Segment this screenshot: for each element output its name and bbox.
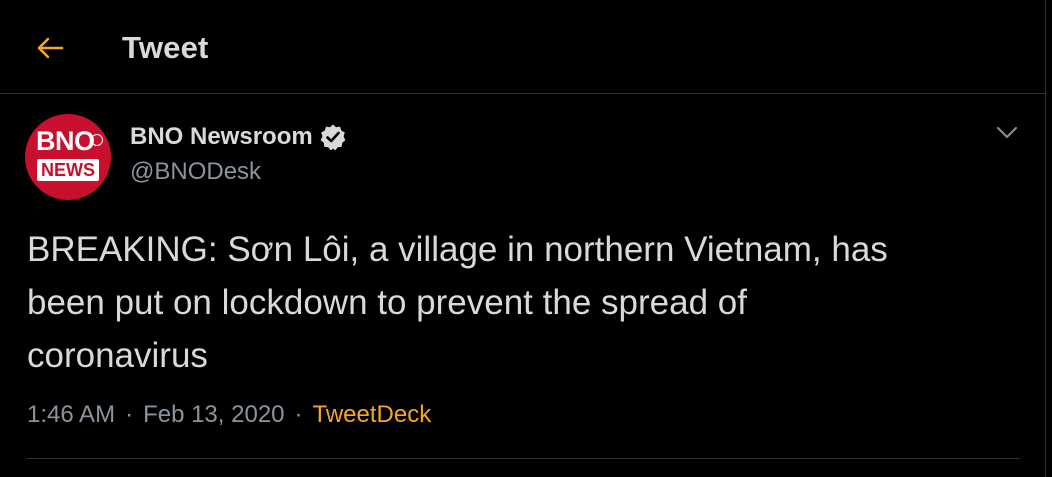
globe-icon <box>91 134 103 146</box>
author-handle[interactable]: @BNODesk <box>130 158 261 186</box>
author-name-text: BNO Newsroom <box>130 123 313 150</box>
author-display-name[interactable]: BNO Newsroom <box>130 123 347 151</box>
page-header: Tweet <box>0 0 1046 94</box>
tweet-metadata: 1:46 AM · Feb 13, 2020 · TweetDeck <box>27 401 431 429</box>
tweet-text: BREAKING: Sơn Lôi, a village in northern… <box>27 230 888 375</box>
meta-separator: · <box>294 401 303 428</box>
more-options-button[interactable] <box>992 120 1022 146</box>
page-title: Tweet <box>122 30 209 65</box>
back-button[interactable] <box>30 28 70 68</box>
tweet-detail-view: Tweet BNO NEWS BNO Newsroom @BNODesk BRE… <box>0 0 1052 477</box>
arrow-left-icon <box>37 37 64 59</box>
divider <box>27 458 1020 459</box>
column-divider <box>1045 94 1046 477</box>
tweet-time[interactable]: 1:46 AM <box>27 401 115 429</box>
avatar-text-bno: BNO <box>36 126 95 156</box>
avatar[interactable]: BNO NEWS <box>25 114 111 200</box>
avatar-text-news: NEWS <box>37 159 99 181</box>
verified-badge-icon <box>319 123 347 151</box>
tweet-date[interactable]: Feb 13, 2020 <box>143 401 284 429</box>
tweet-source-link[interactable]: TweetDeck <box>313 401 432 429</box>
meta-separator: · <box>125 401 134 428</box>
chevron-down-icon <box>997 127 1017 138</box>
